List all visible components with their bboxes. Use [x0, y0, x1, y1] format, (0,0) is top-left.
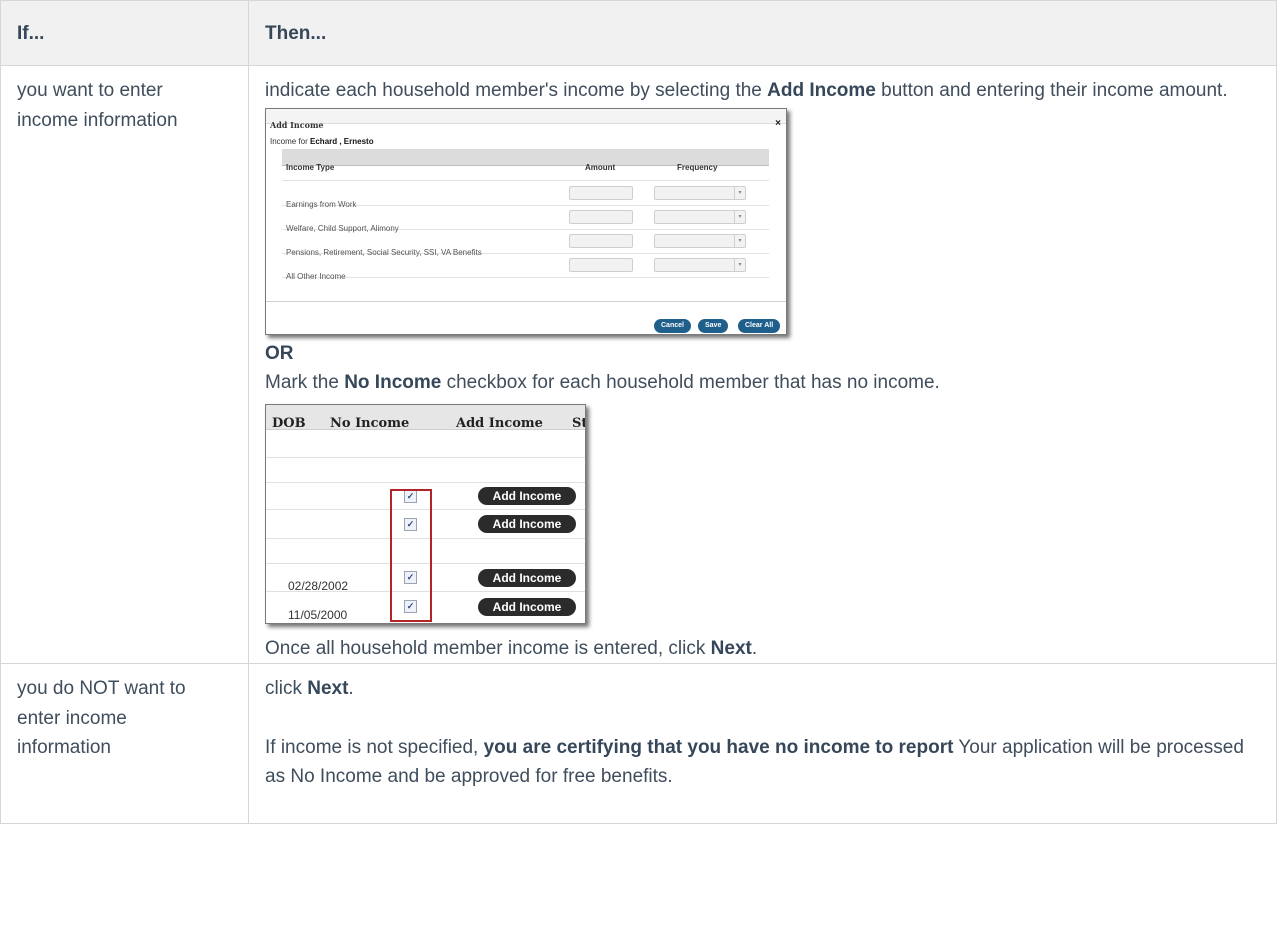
- add-income-button[interactable]: Add Income: [478, 514, 576, 533]
- header-then: Then...: [248, 0, 1277, 66]
- cancel-button[interactable]: Cancel: [654, 318, 691, 333]
- row2-action: click Next. If income is not specified, …: [248, 663, 1277, 824]
- chevron-down-icon: ▾: [734, 210, 745, 223]
- amount-input[interactable]: [569, 257, 633, 272]
- amount-input[interactable]: [569, 185, 633, 200]
- no-income-grid-screenshot: DOB No Income Add Income St ✓ Add Income…: [265, 403, 586, 624]
- dialog-footer-divider: [266, 300, 786, 302]
- header-if: If...: [0, 0, 249, 66]
- row2-instruction-2: If income is not specified, you are cert…: [265, 736, 1244, 788]
- dialog-title-bar: Add Income ×: [266, 108, 786, 130]
- row1-instruction-1: indicate each household member's income …: [265, 80, 1228, 101]
- income-row: Pensions, Retirement, Social Security, S…: [282, 229, 769, 257]
- frequency-select[interactable]: ▾: [654, 185, 746, 200]
- row1-action: indicate each household member's income …: [248, 65, 1277, 664]
- add-income-button[interactable]: Add Income: [478, 568, 576, 587]
- frequency-select[interactable]: ▾: [654, 209, 746, 224]
- row1-instruction-3: Once all household member income is ente…: [265, 637, 758, 659]
- income-row: Earnings from Work ▾: [282, 181, 769, 209]
- add-income-dialog-screenshot: Add Income × Income for Echard , Ernesto…: [265, 107, 787, 335]
- dialog-spacer-row: [282, 174, 769, 181]
- close-icon[interactable]: ×: [775, 109, 781, 139]
- row1-instruction-2: Mark the No Income checkbox for each hou…: [265, 372, 940, 393]
- save-button[interactable]: Save: [698, 318, 729, 333]
- chevron-down-icon: ▾: [734, 258, 745, 271]
- row2-instruction-1: click Next.: [265, 678, 354, 699]
- highlight-box: [390, 488, 432, 622]
- clear-all-button[interactable]: Clear All: [738, 318, 781, 333]
- amount-input[interactable]: [569, 233, 633, 248]
- or-label: OR: [265, 342, 294, 364]
- dialog-table-header: Income Type Amount Frequency: [282, 148, 769, 172]
- row1-condition: you want to enter income information: [0, 65, 249, 664]
- frequency-select[interactable]: ▾: [654, 257, 746, 272]
- if-then-table: If... Then... you want to enter income i…: [0, 0, 1277, 824]
- table-row: [266, 458, 585, 483]
- frequency-select[interactable]: ▾: [654, 233, 746, 248]
- grid-header: DOB No Income Add Income St: [266, 404, 585, 431]
- add-income-button[interactable]: Add Income: [478, 597, 576, 616]
- income-row: All Other Income ▾: [282, 253, 769, 281]
- amount-input[interactable]: [569, 209, 633, 224]
- table-row: [266, 430, 585, 458]
- row2-condition: you do NOT want to enter income informat…: [0, 663, 249, 824]
- income-row: Welfare, Child Support, Alimony ▾: [282, 205, 769, 233]
- chevron-down-icon: ▾: [734, 234, 745, 247]
- chevron-down-icon: ▾: [734, 186, 745, 199]
- dob-value: 11/05/2000: [288, 607, 348, 622]
- add-income-button[interactable]: Add Income: [478, 486, 576, 505]
